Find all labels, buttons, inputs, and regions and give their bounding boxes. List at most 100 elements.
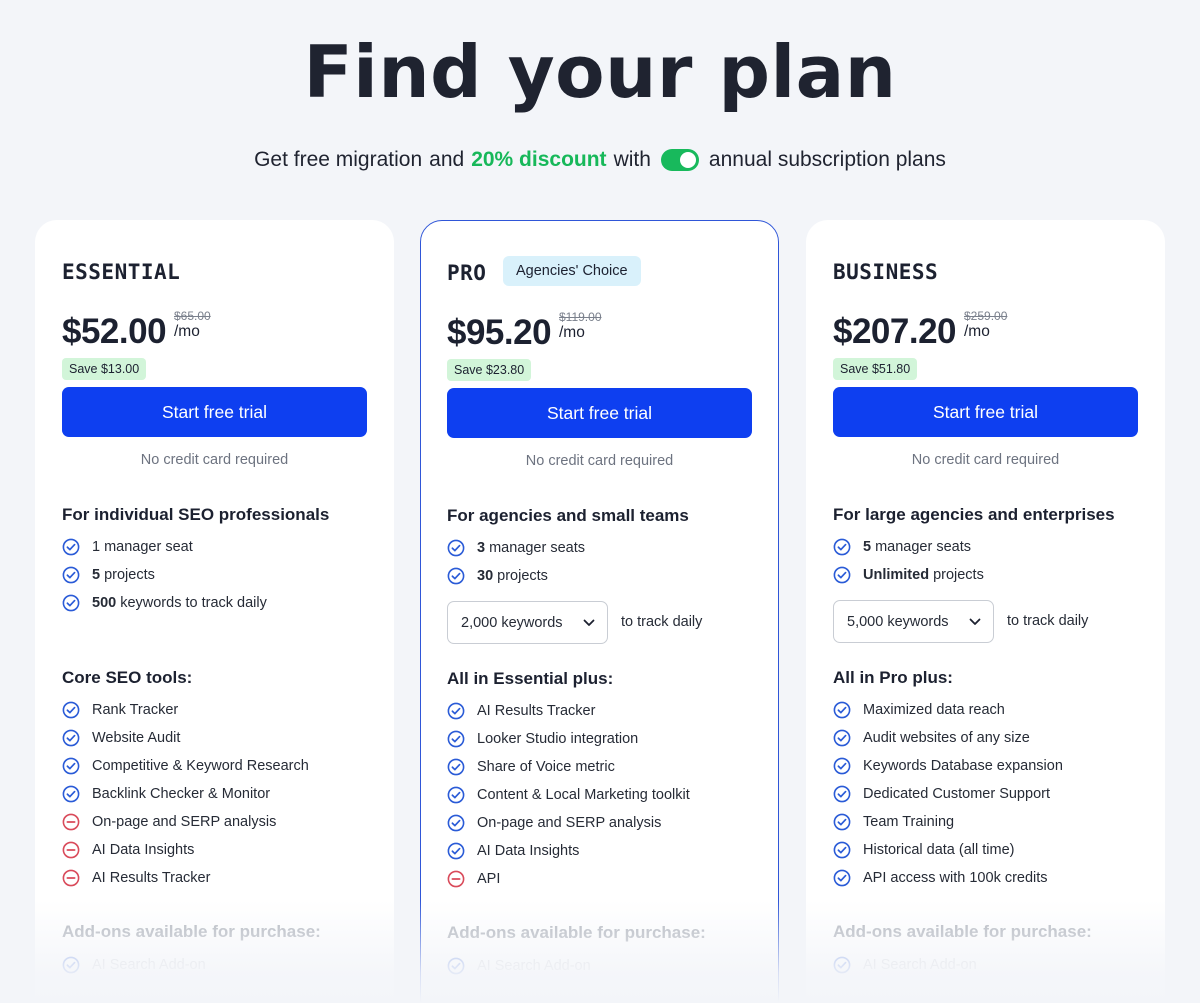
- plan-price: $52.00: [62, 312, 167, 351]
- check-icon: [833, 757, 851, 775]
- keywords-select-value: 5,000 keywords: [847, 613, 949, 630]
- limit-value: 5: [863, 539, 872, 555]
- addon-item: AI Search Add-on: [447, 957, 591, 975]
- feature-text: AI Results Tracker: [477, 703, 596, 719]
- agencies-choice-badge: Agencies' Choice: [503, 256, 641, 286]
- track-daily-text: to track daily: [621, 614, 703, 630]
- page-title: Find your plan: [303, 30, 897, 114]
- check-icon: [833, 785, 851, 803]
- save-badge: Save $51.80: [833, 358, 918, 380]
- limit-item: 5 manager seats: [833, 538, 971, 556]
- addons-heading: Add-ons available for purchase:: [62, 922, 321, 941]
- limit-value: 5: [92, 567, 101, 583]
- discount-text: 20% discount: [471, 148, 607, 171]
- check-icon: [833, 813, 851, 831]
- plan-card-essential: ESSENTIAL $52.00 $65.00 /mo Save $13.00 …: [35, 220, 394, 1003]
- features-heading: All in Essential plus:: [447, 669, 614, 688]
- minus-icon: [447, 870, 465, 888]
- check-icon: [833, 729, 851, 747]
- check-icon: [447, 702, 465, 720]
- keywords-select[interactable]: 5,000 keywords: [833, 600, 994, 643]
- feature-text: Team Training: [863, 814, 955, 830]
- feature-text: AI Data Insights: [92, 842, 195, 858]
- feature-item: Content & Local Marketing toolkit: [447, 786, 690, 804]
- limit-item: 500 keywords to track daily: [62, 594, 267, 612]
- track-daily-text: to track daily: [1007, 613, 1089, 629]
- check-icon: [62, 785, 80, 803]
- check-icon: [62, 956, 80, 974]
- feature-text: Dedicated Customer Support: [863, 786, 1050, 802]
- price-period: /mo: [174, 323, 200, 340]
- feature-item: AI Data Insights: [447, 842, 579, 860]
- feature-item: Website Audit: [62, 729, 180, 747]
- toggle-knob: [679, 152, 696, 168]
- no-credit-card-note: No credit card required: [140, 452, 289, 468]
- addon-text: AI Search Add-on: [477, 958, 591, 974]
- feature-item: Historical data (all time): [833, 841, 1015, 859]
- price-period: /mo: [964, 323, 990, 340]
- feature-text: Historical data (all time): [863, 842, 1015, 858]
- minus-icon: [62, 869, 80, 887]
- feature-text: AI Data Insights: [477, 843, 580, 859]
- feature-item: Rank Tracker: [62, 701, 178, 719]
- keywords-select-value: 2,000 keywords: [461, 614, 563, 631]
- check-icon: [833, 566, 851, 584]
- check-icon: [62, 538, 80, 556]
- old-price: $65.00: [174, 309, 211, 323]
- feature-text: Looker Studio integration: [477, 731, 639, 747]
- chevron-down-icon: [969, 618, 981, 625]
- feature-item: Share of Voice metric: [447, 758, 615, 776]
- check-icon: [62, 729, 80, 747]
- limit-text: manager seats: [489, 540, 585, 556]
- no-credit-card-note: No credit card required: [911, 452, 1060, 468]
- limit-value: 500: [92, 595, 117, 611]
- keywords-select[interactable]: 2,000 keywords: [447, 601, 608, 644]
- feature-item: AI Data Insights: [62, 841, 194, 859]
- check-icon: [62, 701, 80, 719]
- check-icon: [447, 539, 465, 557]
- annual-billing-toggle[interactable]: [660, 149, 699, 171]
- no-credit-card-note: No credit card required: [525, 453, 674, 469]
- audience-heading: For agencies and small teams: [447, 506, 689, 525]
- audience-heading: For individual SEO professionals: [62, 505, 330, 524]
- feature-item: AI Results Tracker: [62, 869, 210, 887]
- feature-text: API access with 100k credits: [863, 870, 1048, 886]
- check-icon: [833, 538, 851, 556]
- feature-text: API: [477, 871, 501, 887]
- check-icon: [62, 566, 80, 584]
- addon-item: AI Search Add-on: [833, 956, 977, 974]
- check-icon: [447, 842, 465, 860]
- plan-price: $207.20: [833, 312, 957, 351]
- subtitle-text-4: annual subscription plans: [708, 148, 946, 171]
- feature-text: Rank Tracker: [92, 702, 179, 718]
- feature-item: AI Results Tracker: [447, 702, 595, 720]
- check-icon: [833, 956, 851, 974]
- check-icon: [62, 594, 80, 612]
- limit-item: 3 manager seats: [447, 539, 585, 557]
- feature-text: Competitive & Keyword Research: [92, 758, 309, 774]
- check-icon: [447, 786, 465, 804]
- addon-item: AI Search Add-on: [62, 956, 206, 974]
- minus-icon: [62, 813, 80, 831]
- addon-text: AI Search Add-on: [863, 957, 977, 973]
- chevron-down-icon: [583, 619, 595, 626]
- feature-text: Website Audit: [92, 730, 181, 746]
- minus-icon: [62, 841, 80, 859]
- feature-text: Content & Local Marketing toolkit: [477, 787, 690, 803]
- plan-card-pro: PRO Agencies' Choice $95.20 $119.00 /mo …: [420, 220, 779, 1003]
- addon-text: AI Search Add-on: [92, 957, 206, 973]
- feature-text: Keywords Database expansion: [863, 758, 1063, 774]
- plan-name: PRO: [447, 261, 487, 285]
- feature-item: Keywords Database expansion: [833, 757, 1063, 775]
- limit-text: projects: [497, 568, 548, 584]
- feature-text: On-page and SERP analysis: [477, 815, 662, 831]
- check-icon: [447, 957, 465, 975]
- check-icon: [833, 701, 851, 719]
- start-free-trial-button[interactable]: Start free trial: [833, 387, 1138, 437]
- start-free-trial-button[interactable]: Start free trial: [62, 387, 367, 437]
- addons-heading: Add-ons available for purchase:: [447, 923, 706, 942]
- plan-price: $95.20: [447, 313, 552, 352]
- check-icon: [447, 814, 465, 832]
- start-free-trial-button[interactable]: Start free trial: [447, 388, 752, 438]
- limit-value: 30: [477, 568, 494, 584]
